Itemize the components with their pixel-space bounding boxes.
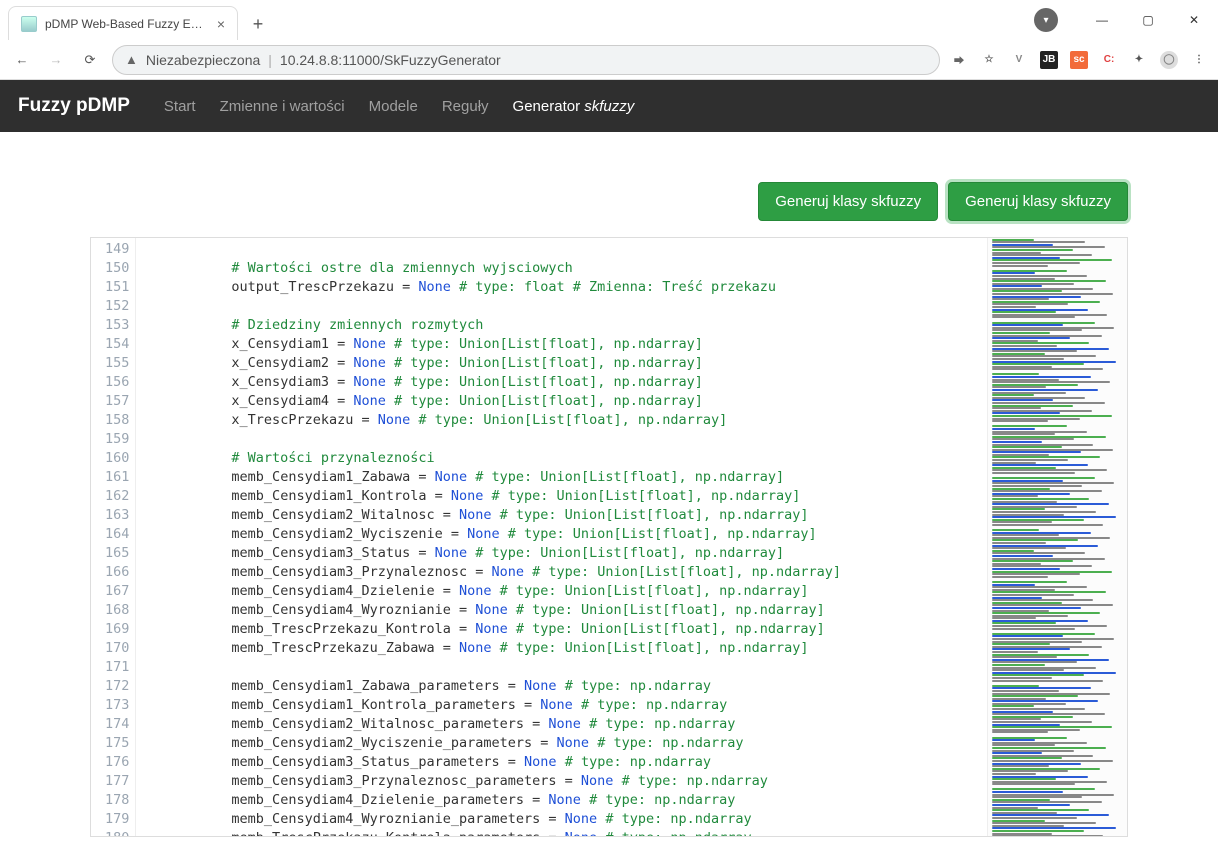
button-row: Generuj klasy skfuzzy Generuj klasy skfu…: [90, 182, 1128, 221]
security-status: Niezabezpieczona: [146, 52, 260, 68]
nav-generator[interactable]: Generator skfuzzy: [513, 98, 635, 115]
back-button[interactable]: ←: [10, 48, 34, 72]
browser-titlebar: pDMP Web-Based Fuzzy Editor × + ▾ — ▢ ✕: [0, 0, 1218, 40]
security-warning-icon: ▲: [125, 52, 138, 67]
address-bar[interactable]: ▲ Niezabezpieczona | 10.24.8.8:11000/SkF…: [112, 45, 940, 75]
minimize-button[interactable]: —: [1080, 5, 1124, 35]
generate-button-2[interactable]: Generuj klasy skfuzzy: [948, 182, 1128, 221]
reload-button[interactable]: ⟳: [78, 48, 102, 72]
profile-avatar-icon[interactable]: ◯: [1160, 51, 1178, 69]
nav-zmienne[interactable]: Zmienne i wartości: [220, 98, 345, 115]
tab-title: pDMP Web-Based Fuzzy Editor: [45, 17, 209, 31]
browser-tab[interactable]: pDMP Web-Based Fuzzy Editor ×: [8, 6, 238, 40]
code-editor[interactable]: 1491501511521531541551561571581591601611…: [90, 237, 1128, 837]
code-area[interactable]: # Wartości ostre dla zmiennych wyjsciowy…: [136, 238, 987, 836]
app-header: Fuzzy pDMP Start Zmienne i wartości Mode…: [0, 80, 1218, 132]
nav-modele[interactable]: Modele: [369, 98, 418, 115]
kebab-menu-icon[interactable]: ⋮: [1190, 51, 1208, 69]
browser-toolbar: ← → ⟳ ▲ Niezabezpieczona | 10.24.8.8:110…: [0, 40, 1218, 80]
window-controls: ▾ — ▢ ✕: [1034, 0, 1218, 40]
line-gutter: 1491501511521531541551561571581591601611…: [91, 238, 136, 836]
extensions-icon[interactable]: ✦: [1130, 51, 1148, 69]
url-text: 10.24.8.8:11000/SkFuzzyGenerator: [280, 52, 501, 68]
separator: |: [268, 52, 272, 68]
brand[interactable]: Fuzzy pDMP: [18, 95, 130, 117]
close-window-button[interactable]: ✕: [1172, 5, 1216, 35]
nav-generator-em: skfuzzy: [584, 98, 634, 115]
nav-start[interactable]: Start: [164, 98, 196, 115]
translate-icon[interactable]: ⮕: [950, 51, 968, 69]
generate-button-1[interactable]: Generuj klasy skfuzzy: [758, 182, 938, 221]
vue-ext-icon[interactable]: V: [1010, 51, 1028, 69]
extension-icons: ⮕ ☆ V JB sc C: ✦ ◯ ⋮: [950, 51, 1208, 69]
page-body: Generuj klasy skfuzzy Generuj klasy skfu…: [0, 132, 1218, 856]
forward-button[interactable]: →: [44, 48, 68, 72]
close-tab-icon[interactable]: ×: [217, 16, 225, 32]
minimap[interactable]: [987, 238, 1127, 836]
sc-ext-icon[interactable]: sc: [1070, 51, 1088, 69]
new-tab-button[interactable]: +: [244, 10, 272, 38]
nav-reguly[interactable]: Reguły: [442, 98, 489, 115]
bookmark-star-icon[interactable]: ☆: [980, 51, 998, 69]
jb-ext-icon[interactable]: JB: [1040, 51, 1058, 69]
favicon-icon: [21, 16, 37, 32]
nav-generator-prefix: Generator: [513, 98, 585, 115]
c-ext-icon[interactable]: C:: [1100, 51, 1118, 69]
profile-icon[interactable]: ▾: [1034, 8, 1058, 32]
maximize-button[interactable]: ▢: [1126, 5, 1170, 35]
